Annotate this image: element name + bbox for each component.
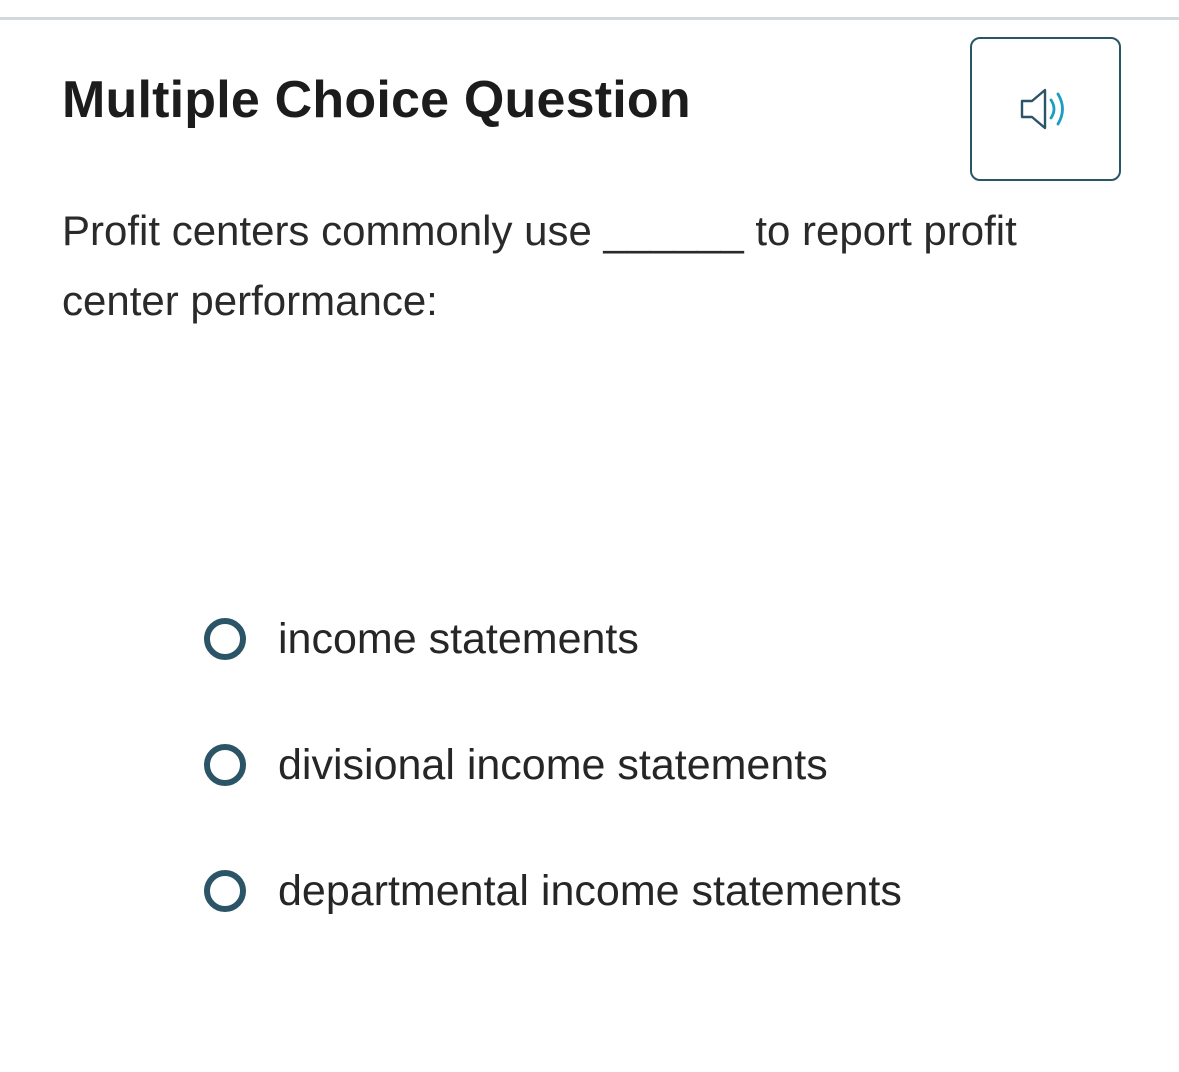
answer-option-label: divisional income statements (278, 740, 828, 789)
radio-button[interactable] (204, 618, 246, 660)
answer-option-label: departmental income statements (278, 866, 902, 915)
answer-option[interactable]: divisional income statements (204, 702, 902, 828)
question-text: Profit centers commonly use ______ to re… (62, 207, 1017, 324)
read-aloud-button[interactable] (970, 37, 1121, 181)
top-divider (0, 17, 1179, 20)
radio-button[interactable] (204, 744, 246, 786)
page-title: Multiple Choice Question (62, 71, 691, 129)
speaker-icon (1018, 86, 1074, 132)
radio-button[interactable] (204, 870, 246, 912)
answer-option-label: income statements (278, 614, 639, 663)
answer-option[interactable]: departmental income statements (204, 828, 902, 954)
answer-option[interactable]: income statements (204, 576, 902, 702)
answer-options: income statements divisional income stat… (204, 576, 902, 954)
